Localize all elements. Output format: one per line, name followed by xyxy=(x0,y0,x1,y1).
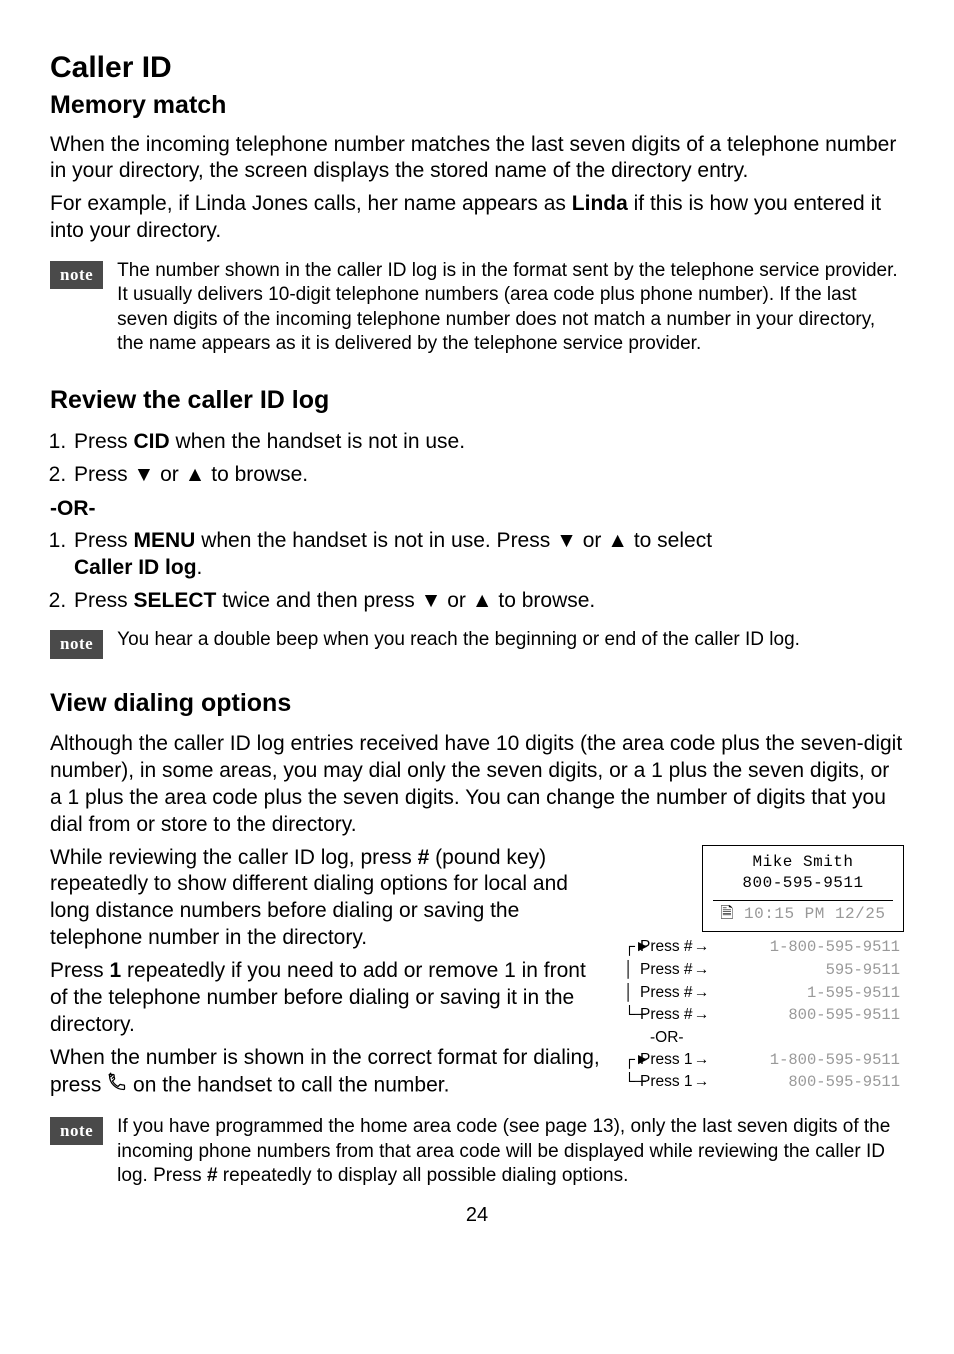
review-step-2: Press ▼ or ▲ to browse. xyxy=(72,462,904,489)
view-paragraph-2: While reviewing the caller ID log, press… xyxy=(50,845,606,953)
note-badge: note xyxy=(50,630,103,658)
section-subtitle: Memory match xyxy=(50,89,904,122)
press-hash-row-2: │ Press # → 595-9511 xyxy=(624,959,904,982)
review-steps-list: Press CID when the handset is not in use… xyxy=(50,429,904,489)
intro-paragraph-2: For example, if Linda Jones calls, her n… xyxy=(50,191,904,245)
screen-caller-number: 800-595-9511 xyxy=(713,873,893,895)
phone-screen: Mike Smith 800-595-9511 🗎 10:15 PM 12/25 xyxy=(702,845,904,933)
press-1-row-2: └─ Press 1 → 800-595-9511 xyxy=(624,1071,904,1094)
review-step-1: Press CID when the handset is not in use… xyxy=(72,429,904,456)
press-hash-row-4: └─ Press # → 800-595-9511 xyxy=(624,1004,904,1027)
press-1-row-1: ┌► Press 1 → 1-800-595-9511 xyxy=(624,1049,904,1072)
call-icon xyxy=(107,1072,127,1100)
diagram-or: -OR- xyxy=(650,1027,904,1049)
screen-timestamp: 🗎 10:15 PM 12/25 xyxy=(713,904,893,926)
or-separator: -OR- xyxy=(50,495,904,522)
screen-caller-name: Mike Smith xyxy=(713,852,893,874)
page-number: 24 xyxy=(50,1202,904,1228)
intro-paragraph-1: When the incoming telephone number match… xyxy=(50,132,904,186)
note-text-3: If you have programmed the home area cod… xyxy=(117,1115,904,1188)
note-badge: note xyxy=(50,261,103,289)
view-paragraph-1: Although the caller ID log entries recei… xyxy=(50,731,904,839)
note-block-2: note You hear a double beep when you rea… xyxy=(50,628,904,658)
note-block-3: note If you have programmed the home are… xyxy=(50,1115,904,1188)
press-hash-row-1: ┌► Press # → 1-800-595-9511 xyxy=(624,936,904,959)
view-paragraph-4: When the number is shown in the correct … xyxy=(50,1045,606,1100)
review-alt-steps-list: Press MENU when the handset is not in us… xyxy=(50,528,904,615)
note-text-2: You hear a double beep when you reach th… xyxy=(117,628,800,652)
review-heading: Review the caller ID log xyxy=(50,384,904,417)
review-alt-step-1: Press MENU when the handset is not in us… xyxy=(72,528,904,582)
view-heading: View dialing options xyxy=(50,687,904,720)
page-title: Caller ID xyxy=(50,48,904,87)
note-text-1: The number shown in the caller ID log is… xyxy=(117,259,904,356)
press-hash-row-3: │ Press # → 1-595-9511 xyxy=(624,982,904,1005)
note-block-1: note The number shown in the caller ID l… xyxy=(50,259,904,356)
note-badge: note xyxy=(50,1117,103,1145)
dialing-diagram: Mike Smith 800-595-9511 🗎 10:15 PM 12/25… xyxy=(614,845,904,1095)
review-alt-step-2: Press SELECT twice and then press ▼ or ▲… xyxy=(72,588,904,615)
view-paragraph-3: Press 1 repeatedly if you need to add or… xyxy=(50,958,606,1039)
